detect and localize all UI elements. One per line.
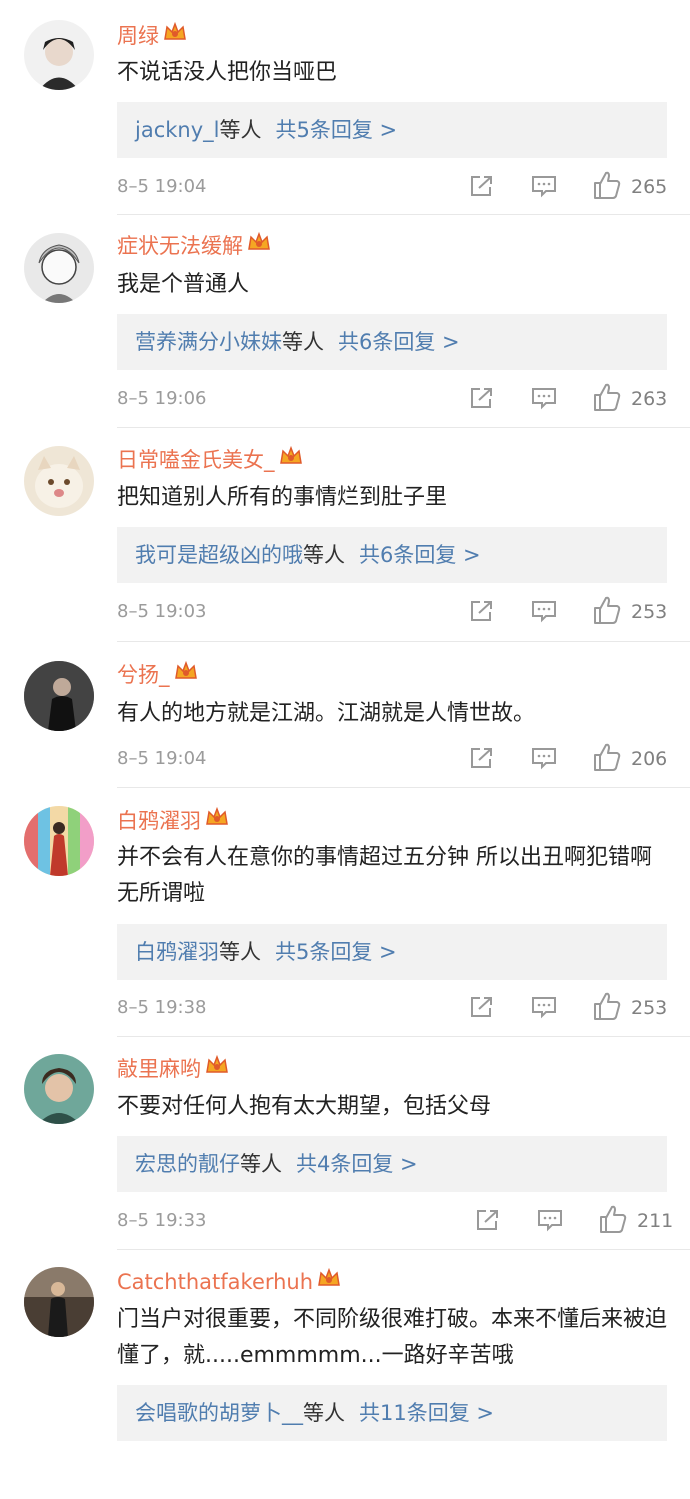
- like-count: 253: [631, 601, 668, 623]
- avatar[interactable]: [24, 1267, 94, 1337]
- comment-text: 我是个普通人: [117, 272, 250, 297]
- comment-item: 症状无法缓解 我是个普通人 营养满分小妹妹等人 共6条回复 > 8–5 19:06…: [0, 215, 690, 428]
- vip-crown-icon: [174, 660, 198, 689]
- replies-preview[interactable]: jackny_l等人 共5条回复 >: [117, 102, 667, 158]
- comment-text: 并不会有人在意你的事情超过五分钟 所以出丑啊犯错啊 无所谓啦: [117, 845, 652, 906]
- comment-meta: 8–5 19:04 206: [117, 743, 668, 774]
- thumbs-up-icon[interactable]: [593, 991, 621, 1031]
- like-count: 253: [631, 997, 668, 1019]
- vip-crown-icon: [317, 1267, 341, 1296]
- comment-item: 敲里麻哟 不要对任何人抱有太大期望，包括父母 宏思的靓仔等人 共4条回复 > 8–…: [0, 1037, 690, 1250]
- reply-suffix: 等人: [219, 118, 262, 142]
- vip-crown-icon: [279, 445, 303, 474]
- comment-meta: 8–5 19:06 263: [117, 383, 668, 414]
- reply-users[interactable]: 白鸦濯羽: [135, 940, 219, 964]
- reply-suffix: 等人: [282, 330, 324, 354]
- avatar[interactable]: [24, 661, 94, 731]
- comment-icon[interactable]: [531, 599, 557, 633]
- reply-users[interactable]: 会唱歌的胡萝卜__: [135, 1401, 303, 1425]
- thumbs-up-icon[interactable]: [599, 1204, 627, 1244]
- timestamp: 8–5 19:33: [117, 1210, 207, 1231]
- avatar[interactable]: [24, 806, 94, 876]
- replies-preview[interactable]: 营养满分小妹妹等人 共6条回复 >: [117, 314, 667, 370]
- like-count: 211: [637, 1210, 674, 1232]
- vip-crown-icon: [205, 806, 229, 835]
- username[interactable]: 白鸦濯羽: [117, 806, 229, 837]
- thumbs-up-icon[interactable]: [593, 595, 621, 635]
- share-icon[interactable]: [469, 995, 495, 1029]
- reply-users[interactable]: 我可是超级凶的哦: [135, 543, 303, 567]
- thumbs-up-icon[interactable]: [593, 382, 621, 422]
- username[interactable]: 兮扬_: [117, 660, 198, 691]
- reply-count[interactable]: 共5条回复 >: [275, 940, 397, 964]
- avatar[interactable]: [24, 1054, 94, 1124]
- share-icon[interactable]: [475, 1208, 501, 1242]
- replies-preview[interactable]: 会唱歌的胡萝卜__等人 共11条回复 >: [117, 1385, 667, 1441]
- timestamp: 8–5 19:03: [117, 601, 207, 622]
- comment-text: 把知道别人所有的事情烂到肚子里: [117, 485, 448, 510]
- reply-count[interactable]: 共4条回复 >: [296, 1152, 418, 1176]
- reply-suffix: 等人: [219, 940, 261, 964]
- avatar[interactable]: [24, 233, 94, 303]
- replies-preview[interactable]: 我可是超级凶的哦等人 共6条回复 >: [117, 527, 667, 583]
- reply-suffix: 等人: [240, 1152, 282, 1176]
- comment-text: 不说话没人把你当哑巴: [117, 60, 338, 85]
- reply-count[interactable]: 共5条回复 >: [275, 118, 397, 142]
- reply-users[interactable]: jackny_l: [135, 118, 219, 142]
- comment-item: 白鸦濯羽 并不会有人在意你的事情超过五分钟 所以出丑啊犯错啊 无所谓啦 白鸦濯羽…: [0, 788, 690, 1037]
- comment-text: 不要对任何人抱有太大期望，包括父母: [117, 1094, 492, 1119]
- comment-meta: 8–5 19:38 253: [117, 992, 668, 1023]
- vip-crown-icon: [163, 21, 187, 50]
- comment-item: 周绿 不说话没人把你当哑巴 jackny_l等人 共5条回复 > 8–5 19:0…: [0, 0, 690, 215]
- vip-crown-icon: [205, 1054, 229, 1083]
- share-icon[interactable]: [469, 174, 495, 208]
- like-count: 206: [631, 748, 668, 770]
- comment-meta: 8–5 19:03 253: [117, 596, 668, 627]
- comment-icon[interactable]: [531, 995, 557, 1029]
- share-icon[interactable]: [469, 599, 495, 633]
- replies-preview[interactable]: 宏思的靓仔等人 共4条回复 >: [117, 1136, 667, 1192]
- comment-icon[interactable]: [531, 174, 557, 208]
- like-count: 265: [631, 176, 668, 198]
- reply-suffix: 等人: [303, 543, 345, 567]
- comment-item: Catchthatfakerhuh 门当户对很重要，不同阶级很难打破。本来不懂后…: [0, 1250, 690, 1499]
- reply-users[interactable]: 营养满分小妹妹: [135, 330, 282, 354]
- like-count: 263: [631, 388, 668, 410]
- comment-text: 门当户对很重要，不同阶级很难打破。本来不懂后来被迫懂了，就.....emmmmm…: [117, 1307, 668, 1368]
- comment-meta: 8–5 19:04 265: [117, 171, 668, 202]
- username[interactable]: 敲里麻哟: [117, 1054, 229, 1085]
- comment-item: 兮扬_ 有人的地方就是江湖。江湖就是人情世故。 8–5 19:04 206: [0, 642, 690, 788]
- comment-item: 日常嗑金氏美女_ 把知道别人所有的事情烂到肚子里 我可是超级凶的哦等人 共6条回复…: [0, 428, 690, 642]
- reply-count[interactable]: 共11条回复 >: [359, 1401, 494, 1425]
- comment-meta: 8–5 19:33 211: [117, 1205, 673, 1236]
- username[interactable]: 日常嗑金氏美女_: [117, 445, 303, 476]
- comment-text: 有人的地方就是江湖。江湖就是人情世故。: [117, 701, 536, 726]
- comment-icon[interactable]: [531, 386, 557, 420]
- vip-crown-icon: [247, 231, 271, 260]
- reply-users[interactable]: 宏思的靓仔: [135, 1152, 240, 1176]
- reply-count[interactable]: 共6条回复 >: [359, 543, 481, 567]
- comment-icon[interactable]: [531, 746, 557, 780]
- username[interactable]: Catchthatfakerhuh: [117, 1267, 341, 1298]
- username[interactable]: 症状无法缓解: [117, 231, 271, 262]
- comment-icon[interactable]: [537, 1208, 563, 1242]
- thumbs-up-icon[interactable]: [593, 742, 621, 782]
- timestamp: 8–5 19:06: [117, 388, 207, 409]
- avatar[interactable]: [24, 20, 94, 90]
- timestamp: 8–5 19:38: [117, 997, 207, 1018]
- timestamp: 8–5 19:04: [117, 748, 207, 769]
- share-icon[interactable]: [469, 386, 495, 420]
- replies-preview[interactable]: 白鸦濯羽等人 共5条回复 >: [117, 924, 667, 980]
- thumbs-up-icon[interactable]: [593, 170, 621, 210]
- reply-suffix: 等人: [303, 1401, 345, 1425]
- username[interactable]: 周绿: [117, 21, 187, 52]
- reply-count[interactable]: 共6条回复 >: [338, 330, 460, 354]
- timestamp: 8–5 19:04: [117, 176, 207, 197]
- avatar[interactable]: [24, 446, 94, 516]
- share-icon[interactable]: [469, 746, 495, 780]
